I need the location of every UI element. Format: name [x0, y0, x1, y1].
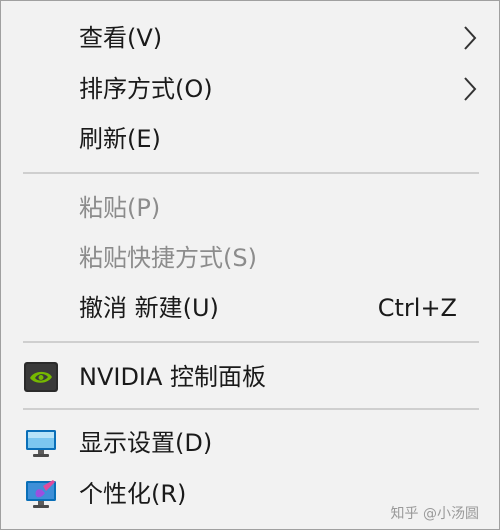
personalization-icon	[26, 480, 56, 508]
menu-item-label: NVIDIA 控制面板	[79, 363, 267, 391]
context-menu: 查看(V) 排序方式(O) 刷新(E) 粘贴(P) 粘贴快捷方式(S) 撤消 新…	[0, 0, 500, 530]
menu-item-label: 排序方式(O)	[79, 75, 213, 103]
menu-item-label: 粘贴快捷方式(S)	[79, 244, 257, 272]
menu-item-paste-shortcut[interactable]: 粘贴快捷方式(S)	[1, 234, 499, 282]
menu-item-sort-by[interactable]: 排序方式(O)	[1, 65, 499, 113]
menu-item-view[interactable]: 查看(V)	[1, 14, 499, 62]
menu-separator	[23, 172, 479, 174]
chevron-right-icon	[464, 26, 477, 50]
nvidia-icon	[24, 362, 58, 392]
watermark: 知乎 @小汤圆	[390, 506, 479, 522]
menu-item-label: 个性化(R)	[79, 480, 187, 508]
menu-item-display-settings[interactable]: 显示设置(D)	[1, 419, 499, 467]
menu-separator	[23, 341, 479, 343]
menu-item-label: 撤消 新建(U)	[79, 294, 219, 322]
menu-item-refresh[interactable]: 刷新(E)	[1, 115, 499, 163]
chevron-right-icon	[464, 77, 477, 101]
menu-item-shortcut: Ctrl+Z	[377, 294, 457, 322]
menu-item-undo-new[interactable]: 撤消 新建(U) Ctrl+Z	[1, 284, 499, 332]
menu-item-label: 查看(V)	[79, 24, 163, 52]
menu-item-label: 显示设置(D)	[79, 429, 213, 457]
display-settings-icon	[26, 430, 56, 457]
menu-item-nvidia-control-panel[interactable]: NVIDIA 控制面板	[1, 353, 499, 401]
menu-item-label: 粘贴(P)	[79, 194, 161, 222]
menu-item-label: 刷新(E)	[79, 125, 161, 153]
menu-separator	[23, 408, 479, 410]
menu-item-paste[interactable]: 粘贴(P)	[1, 184, 499, 232]
